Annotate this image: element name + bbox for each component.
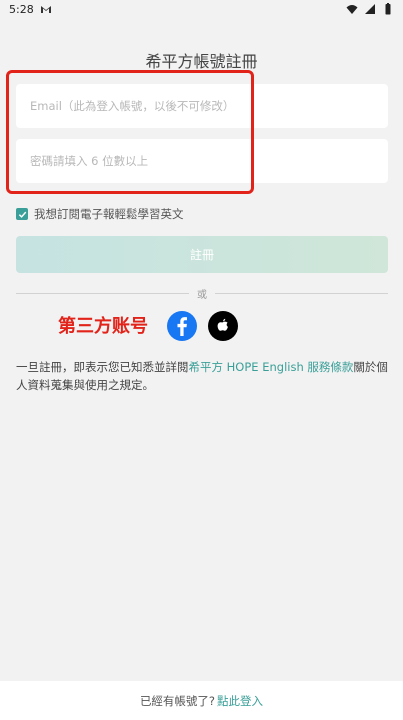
- login-footer: 已經有帳號了? 點此登入: [0, 681, 403, 720]
- check-icon: [18, 211, 26, 218]
- terms-notice: 一旦註冊，即表示您已知悉並詳閱希平方 HOPE English 服務條款關於個人…: [16, 358, 388, 394]
- status-bar: 5:28: [0, 0, 403, 18]
- divider-line-left: [16, 293, 189, 294]
- third-party-annotation-label: 第三方账号: [58, 316, 148, 337]
- password-input[interactable]: [30, 154, 374, 168]
- login-link[interactable]: 點此登入: [217, 693, 263, 709]
- signal-icon: [365, 4, 375, 14]
- login-prompt: 已經有帳號了?: [139, 693, 216, 708]
- facebook-icon: [177, 317, 187, 336]
- terms-prefix: 一旦註冊，即表示您已知悉並詳閱: [16, 360, 189, 374]
- facebook-login-button[interactable]: [167, 311, 197, 341]
- password-field[interactable]: [16, 139, 388, 183]
- divider-line-right: [215, 293, 388, 294]
- or-divider: 或: [16, 286, 388, 301]
- wifi-icon: [346, 5, 358, 14]
- terms-of-service-link[interactable]: 希平方 HOPE English 服務條款: [189, 360, 354, 374]
- battery-icon: [385, 3, 391, 15]
- newsletter-label: 我想訂閱電子報輕鬆學習英文: [34, 207, 184, 221]
- apple-login-button[interactable]: [208, 311, 238, 341]
- status-left: 5:28: [9, 3, 52, 16]
- apple-icon: [217, 318, 228, 331]
- page-title: 希平方帳號註冊: [145, 52, 258, 71]
- email-input[interactable]: [30, 99, 374, 113]
- status-right: [346, 3, 394, 15]
- divider-text: 或: [197, 290, 207, 301]
- newsletter-checkbox[interactable]: [16, 208, 28, 220]
- gmail-icon: [40, 6, 51, 13]
- register-button[interactable]: 註冊: [16, 236, 388, 273]
- newsletter-option[interactable]: 我想訂閱電子報輕鬆學習英文: [16, 206, 184, 222]
- status-time: 5:28: [9, 2, 34, 16]
- email-field[interactable]: [16, 84, 388, 128]
